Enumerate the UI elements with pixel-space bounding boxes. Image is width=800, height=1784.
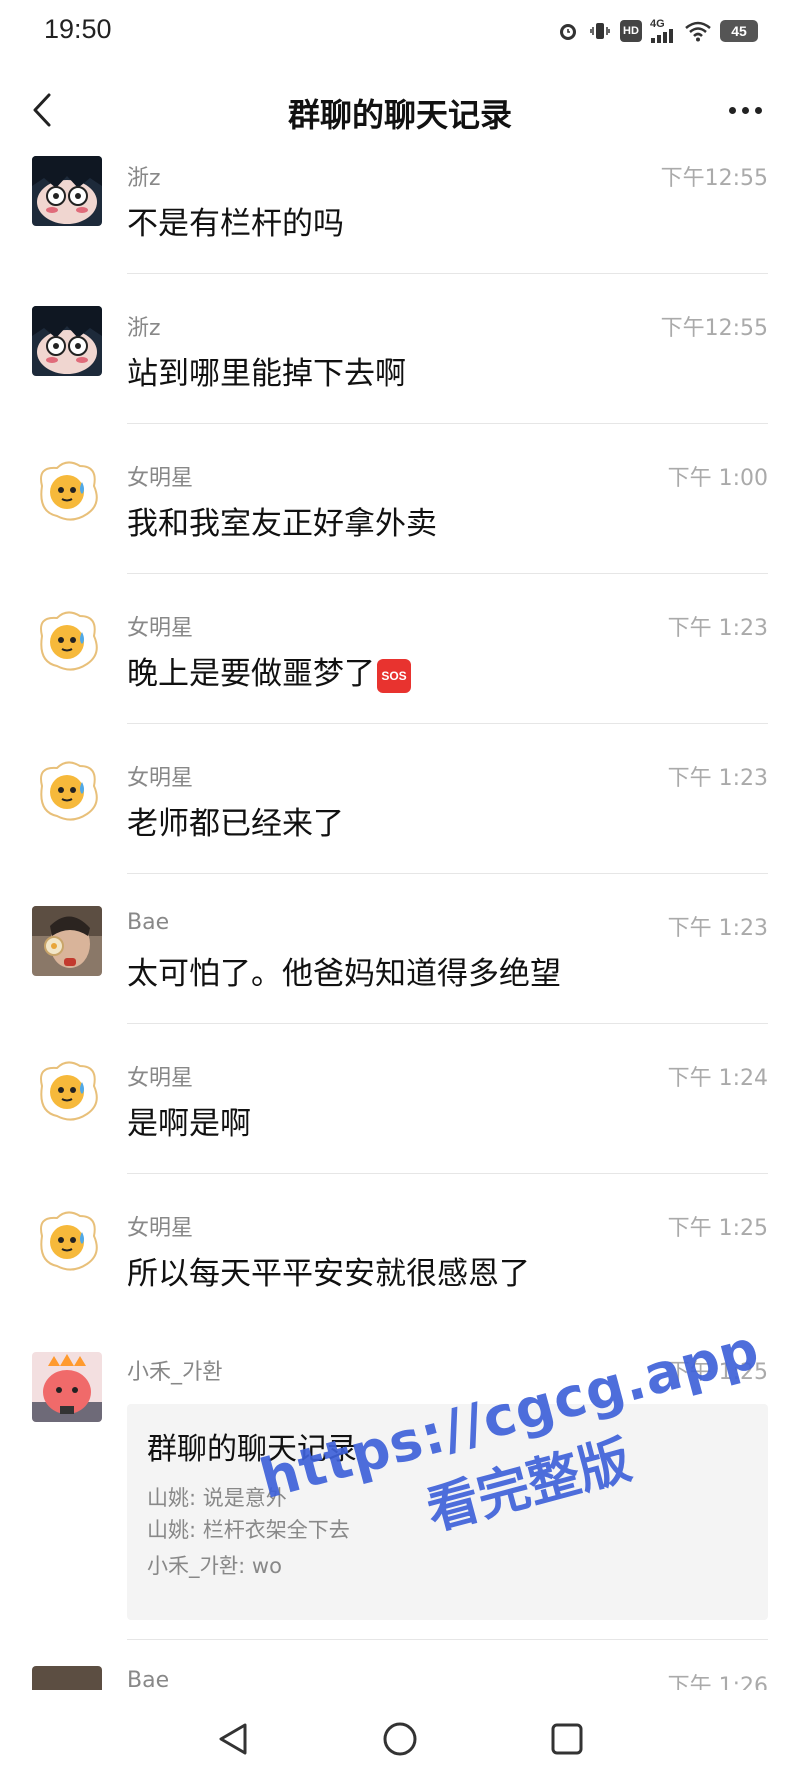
fried-egg-avatar-icon (40, 461, 98, 521)
forward-message-item[interactable]: 小禾_가환 下午 1:25 群聊的聊天记录 山姚: 说是意外 山姚: 栏杆衣架全… (0, 1324, 800, 1640)
list-item[interactable]: 浙z 下午12:55 不是有栏杆的吗 (0, 150, 800, 274)
avatar[interactable] (32, 306, 102, 376)
anime-boy-avatar-icon (32, 306, 102, 376)
fried-egg-avatar-icon (40, 1061, 98, 1121)
message-text: 太可怕了。他爸妈知道得多绝望 (127, 956, 561, 992)
chat-record-line: 山姚: 说是意外 (147, 1486, 287, 1510)
avatar[interactable] (32, 1352, 102, 1422)
list-item[interactable]: Bae 下午 1:26 (0, 1640, 800, 1690)
network-label: 4G (650, 18, 665, 30)
anime-boy-avatar-icon (32, 156, 102, 226)
sender-name: 女明星 (127, 466, 194, 491)
sender-name: 浙z (127, 316, 161, 341)
wifi-icon (684, 18, 712, 44)
alarm-icon (556, 18, 580, 44)
chat-record-title: 群聊的聊天记录 (147, 1432, 357, 1467)
more-dot (754, 106, 762, 114)
message-time: 下午 1:23 (667, 616, 768, 641)
battery-icon: 45 (720, 20, 758, 42)
avatar[interactable] (32, 1666, 102, 1690)
sender-name: 女明星 (127, 1066, 194, 1091)
message-time: 下午 1:23 (667, 766, 768, 791)
avatar[interactable] (32, 456, 102, 526)
chat-record-line: 小禾_가환: wo (147, 1554, 282, 1578)
avatar[interactable] (32, 156, 102, 226)
avatar[interactable] (32, 756, 102, 826)
more-dots-icon (728, 106, 736, 114)
message-text: 站到哪里能掉下去啊 (127, 356, 406, 392)
avatar[interactable] (32, 906, 102, 976)
status-bar: 19:50 HD 4G 45 (0, 0, 800, 62)
triangle-back-icon (219, 1723, 247, 1755)
list-item[interactable]: 浙z 下午12:55 站到哪里能掉下去啊 (0, 274, 800, 424)
sender-name: 小禾_가환 (127, 1360, 223, 1385)
photo-avatar-icon (32, 1666, 102, 1690)
status-icons: HD 4G 45 (556, 16, 758, 46)
message-time: 下午 1:26 (667, 1674, 768, 1690)
nav-bar: 群聊的聊天记录 (0, 62, 800, 160)
avatar[interactable] (32, 1206, 102, 1276)
sender-name: Bae (127, 1668, 170, 1690)
list-item[interactable]: 女明星 下午 1:00 我和我室友正好拿外卖 (0, 424, 800, 574)
photo-avatar-icon (32, 906, 102, 976)
message-text: 老师都已经来了 (127, 806, 344, 842)
message-time: 下午 1:00 (667, 466, 768, 491)
list-item[interactable]: 女明星 下午 1:23 晚上是要做噩梦了 SOS (0, 574, 800, 724)
signal-icon: 4G (650, 18, 676, 44)
list-item[interactable]: Bae 下午 1:23 太可怕了。他爸妈知道得多绝望 (0, 874, 800, 1024)
system-home-button[interactable] (380, 1719, 420, 1759)
message-text: 不是有栏杆的吗 (127, 206, 344, 242)
fried-egg-avatar-icon (40, 1211, 98, 1271)
chat-record-line: 山姚: 栏杆衣架全下去 (147, 1518, 350, 1542)
page-title: 群聊的聊天记录 (287, 96, 512, 134)
sender-name: 女明星 (127, 1216, 194, 1241)
hd-icon: HD (620, 20, 642, 42)
fried-egg-avatar-icon (40, 611, 98, 671)
sos-emoji-icon: SOS (377, 658, 411, 693)
sender-name: 女明星 (127, 766, 194, 791)
status-time: 19:50 (44, 14, 112, 44)
system-back-button[interactable] (213, 1719, 253, 1759)
message-text: 我和我室友正好拿外卖 (127, 506, 437, 542)
message-text: 是啊是啊 (127, 1106, 251, 1142)
message-time: 下午 1:24 (667, 1066, 768, 1091)
avatar[interactable] (32, 606, 102, 676)
message-list[interactable]: 浙z 下午12:55 不是有栏杆的吗 浙z 下午12:55 站到哪里能掉下去啊 … (0, 150, 800, 1690)
fried-egg-avatar-icon (40, 761, 98, 821)
square-recents-icon (551, 1723, 583, 1755)
system-nav-bar (0, 1694, 800, 1784)
message-text: 所以每天平平安安就很感恩了 (127, 1256, 530, 1292)
message-text: 晚上是要做噩梦了 SOS (127, 648, 411, 693)
list-item[interactable]: 女明星 下午 1:23 老师都已经来了 (0, 724, 800, 874)
system-recents-button[interactable] (547, 1719, 587, 1759)
more-button[interactable] (720, 92, 770, 128)
message-time: 下午 1:25 (667, 1216, 768, 1241)
vibrate-icon (588, 18, 612, 44)
sender-name: 浙z (127, 166, 161, 191)
message-time: 下午12:55 (660, 166, 768, 191)
message-time: 下午12:55 (660, 316, 768, 341)
circle-home-icon (383, 1722, 417, 1756)
avatar[interactable] (32, 1056, 102, 1126)
sender-name: 女明星 (127, 616, 194, 641)
list-item[interactable]: 女明星 下午 1:24 是啊是啊 (0, 1024, 800, 1174)
sender-name: Bae (127, 910, 170, 935)
message-time: 下午 1:23 (667, 916, 768, 941)
more-dot (741, 106, 749, 114)
pink-character-avatar-icon (32, 1352, 102, 1422)
message-time: 下午 1:25 (667, 1360, 768, 1385)
chat-record-card[interactable]: 群聊的聊天记录 山姚: 说是意外 山姚: 栏杆衣架全下去 小禾_가환: wo (127, 1404, 768, 1620)
message-text-body: 晚上是要做噩梦了 (127, 656, 375, 692)
list-item[interactable]: 女明星 下午 1:25 所以每天平平安安就很感恩了 (0, 1174, 800, 1324)
